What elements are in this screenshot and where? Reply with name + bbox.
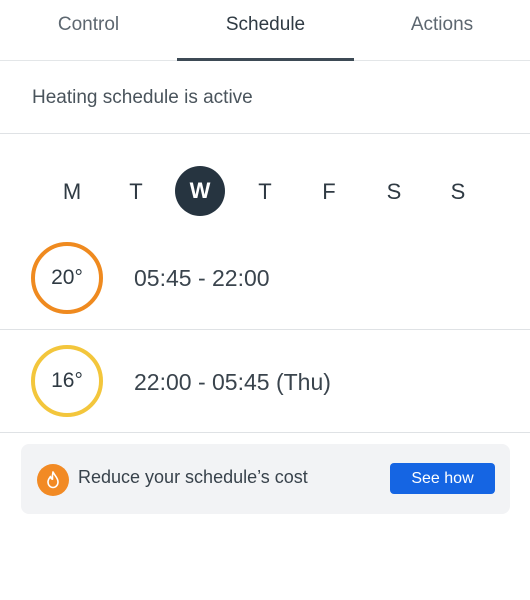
reduce-cost-banner: Reduce your schedule’s cost See how <box>21 444 510 514</box>
see-how-button[interactable]: See how <box>390 463 495 494</box>
schedule-status-row: Heating schedule is active <box>0 61 530 134</box>
temperature-badge: 16° <box>31 345 103 417</box>
slot-time-range: 22:00 - 05:45 (Thu) <box>134 369 331 395</box>
flame-savings-icon <box>37 464 69 496</box>
day-thursday[interactable]: T <box>240 167 290 217</box>
tab-actions[interactable]: Actions <box>392 14 492 36</box>
tab-control[interactable]: Control <box>40 14 137 36</box>
day-monday[interactable]: M <box>47 167 97 217</box>
schedule-slot[interactable]: 20° 05:45 - 22:00 <box>0 230 530 330</box>
tab-bar: Control Schedule Actions <box>0 0 530 61</box>
day-sunday[interactable]: S <box>433 167 483 217</box>
schedule-slot[interactable]: 16° 22:00 - 05:45 (Thu) <box>0 331 530 433</box>
day-friday[interactable]: F <box>304 167 354 217</box>
temperature-badge: 20° <box>31 242 103 314</box>
promo-message: Reduce your schedule’s cost <box>78 467 308 487</box>
day-tuesday[interactable]: T <box>111 167 161 217</box>
day-saturday[interactable]: S <box>369 167 419 217</box>
flame-icon-glyph <box>47 471 59 489</box>
day-selector: M T W T F S S <box>0 160 530 224</box>
tab-schedule[interactable]: Schedule <box>177 14 354 36</box>
day-wednesday[interactable]: W <box>175 166 225 216</box>
schedule-status-text: Heating schedule is active <box>32 87 253 108</box>
slot-time-range: 05:45 - 22:00 <box>134 265 270 291</box>
